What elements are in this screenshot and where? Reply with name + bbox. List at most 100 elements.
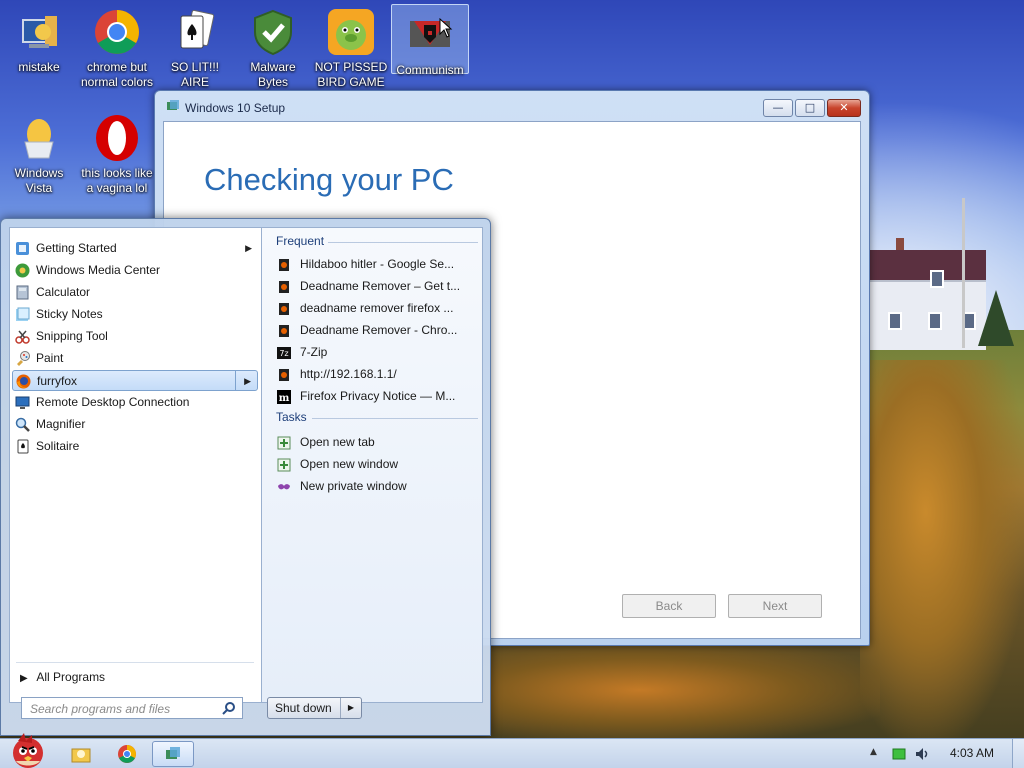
folder-icon — [71, 748, 91, 763]
start-item-media-center[interactable]: Windows Media Center — [12, 260, 258, 281]
setup-app-icon — [166, 747, 180, 759]
desktop-icon-opera[interactable]: this looks like a vagina lol — [78, 108, 156, 196]
back-button[interactable]: Back — [622, 594, 716, 618]
start-item-sticky-notes[interactable]: Sticky Notes — [12, 304, 258, 325]
maximize-button[interactable]: □ — [795, 99, 825, 117]
divider — [16, 662, 254, 663]
magnifier-icon — [15, 417, 30, 432]
start-item-remote-desktop[interactable]: Remote Desktop Connection — [12, 392, 258, 413]
flag-pole — [962, 198, 965, 348]
task-open-new-tab[interactable]: Open new tab — [274, 432, 478, 453]
svg-text:7z: 7z — [279, 349, 288, 358]
jump-list-pane: Frequent Hildaboo hitler - Google Se... … — [261, 227, 483, 703]
show-desktop-button[interactable] — [1012, 739, 1024, 768]
pine-tree — [978, 290, 1014, 346]
page-title: Checking your PC — [204, 162, 454, 197]
submenu-arrow-icon: ▶ — [245, 243, 252, 253]
window-title: Windows 10 Setup — [185, 101, 286, 115]
shield-icon — [249, 8, 297, 56]
new-tab-icon — [277, 436, 291, 450]
mouse-cursor-icon — [439, 18, 453, 38]
jumplist-item[interactable]: deadname remover firefox ... — [274, 298, 478, 319]
search-icon[interactable] — [222, 701, 236, 715]
start-item-snipping-tool[interactable]: Snipping Tool — [12, 326, 258, 347]
desktop-icon-mistake[interactable]: mistake — [0, 2, 78, 75]
start-menu: Getting Started ▶ Windows Media Center C… — [0, 218, 491, 736]
desktop-icon-label: NOT PISSED — [314, 60, 388, 74]
desktop-icon-bird-game[interactable]: NOT PISSED BIRD GAME — [312, 2, 390, 90]
start-item-furryfox[interactable]: furryfox ▶ — [12, 370, 258, 391]
close-button[interactable]: ✕ — [827, 99, 861, 117]
shutdown-options-button[interactable]: ▶ — [340, 698, 361, 718]
network-icon[interactable] — [892, 747, 906, 761]
start-item-calculator[interactable]: Calculator — [12, 282, 258, 303]
taskbar: ▲ 4:03 AM — [0, 733, 1024, 768]
7zip-icon: 7z — [277, 347, 291, 359]
desktop-icon-chrome[interactable]: chrome but normal colors — [78, 2, 156, 90]
desktop-icon-label: Windows — [14, 166, 64, 180]
desktop-icon-malwarebytes[interactable]: Malware Bytes — [234, 2, 312, 90]
shutdown-button[interactable]: Shut down ▶ — [267, 697, 362, 719]
search-input[interactable]: Search programs and files — [21, 697, 243, 719]
solitaire-icon — [17, 439, 29, 454]
start-item-paint[interactable]: Paint — [12, 348, 258, 369]
desktop-icon-solitaire[interactable]: SO LIT!!! AIRE — [156, 2, 234, 90]
desktop-icon-label: a vagina lol — [86, 181, 148, 195]
paint-icon — [17, 351, 30, 366]
jumplist-item[interactable]: http://192.168.1.1/ — [274, 364, 478, 385]
page-icon — [279, 281, 289, 293]
volume-icon[interactable] — [914, 746, 930, 762]
desktop-icon-label: Bytes — [257, 75, 288, 89]
show-hidden-icons-button[interactable]: ▲ — [870, 747, 877, 757]
divider — [328, 242, 478, 243]
page-icon — [279, 259, 289, 271]
submenu-arrow-icon: ▶ — [244, 376, 251, 386]
setup-app-icon — [167, 100, 179, 110]
ground-foliage — [860, 360, 1024, 740]
egg-icon — [15, 114, 63, 162]
pig-icon — [327, 8, 375, 56]
mozilla-icon: m — [277, 390, 291, 404]
jumplist-item[interactable]: Deadname Remover - Chro... — [274, 320, 478, 341]
snipping-tool-icon — [15, 330, 30, 344]
jumplist-item[interactable]: Deadname Remover – Get t... — [274, 276, 478, 297]
jumplist-item[interactable]: m Firefox Privacy Notice — M... — [274, 386, 478, 407]
desktop-icon-windows-vista[interactable]: Windows Vista — [0, 108, 78, 196]
tasks-header: Tasks — [276, 410, 307, 424]
jumplist-item[interactable]: 7z 7-Zip — [274, 342, 478, 363]
next-button[interactable]: Next — [728, 594, 822, 618]
all-programs-button[interactable]: ▶ All Programs — [20, 670, 105, 684]
desktop-icon-communism[interactable]: Communism — [391, 4, 469, 77]
sticky-notes-icon — [16, 307, 30, 321]
taskbar-item-chrome[interactable] — [106, 741, 148, 767]
desktop-icon-label: Malware — [250, 60, 296, 74]
ground-foliage — [480, 640, 880, 740]
task-open-new-window[interactable]: Open new window — [274, 454, 478, 475]
minimize-button[interactable]: — — [763, 99, 793, 117]
firefox-icon — [16, 374, 31, 389]
house-illustration — [868, 238, 986, 350]
taskbar-item-explorer[interactable] — [60, 741, 102, 767]
remote-desktop-icon — [15, 396, 30, 409]
start-programs-pane: Getting Started ▶ Windows Media Center C… — [9, 227, 261, 703]
clock[interactable]: 4:03 AM — [950, 746, 994, 760]
task-new-private-window[interactable]: New private window — [274, 476, 478, 497]
computer-icon — [15, 8, 63, 56]
divider — [312, 418, 478, 419]
calculator-icon — [16, 285, 29, 300]
private-window-icon — [278, 484, 290, 490]
start-item-getting-started[interactable]: Getting Started ▶ — [12, 238, 258, 259]
new-window-icon — [277, 458, 291, 472]
start-item-solitaire[interactable]: Solitaire — [12, 436, 258, 457]
window-controls: — □ ✕ — [763, 99, 861, 117]
desktop-icon-label: this looks like — [81, 166, 153, 180]
expand-arrow-icon: ▶ — [20, 673, 28, 684]
page-icon — [279, 369, 289, 381]
media-center-icon — [15, 263, 30, 278]
start-button[interactable] — [4, 731, 52, 768]
jumplist-item[interactable]: Hildaboo hitler - Google Se... — [274, 254, 478, 275]
page-icon — [279, 303, 289, 315]
desktop-icon-label: SO LIT!!! AIRE — [170, 60, 219, 89]
taskbar-item-setup[interactable] — [152, 741, 194, 767]
start-item-magnifier[interactable]: Magnifier — [12, 414, 258, 435]
